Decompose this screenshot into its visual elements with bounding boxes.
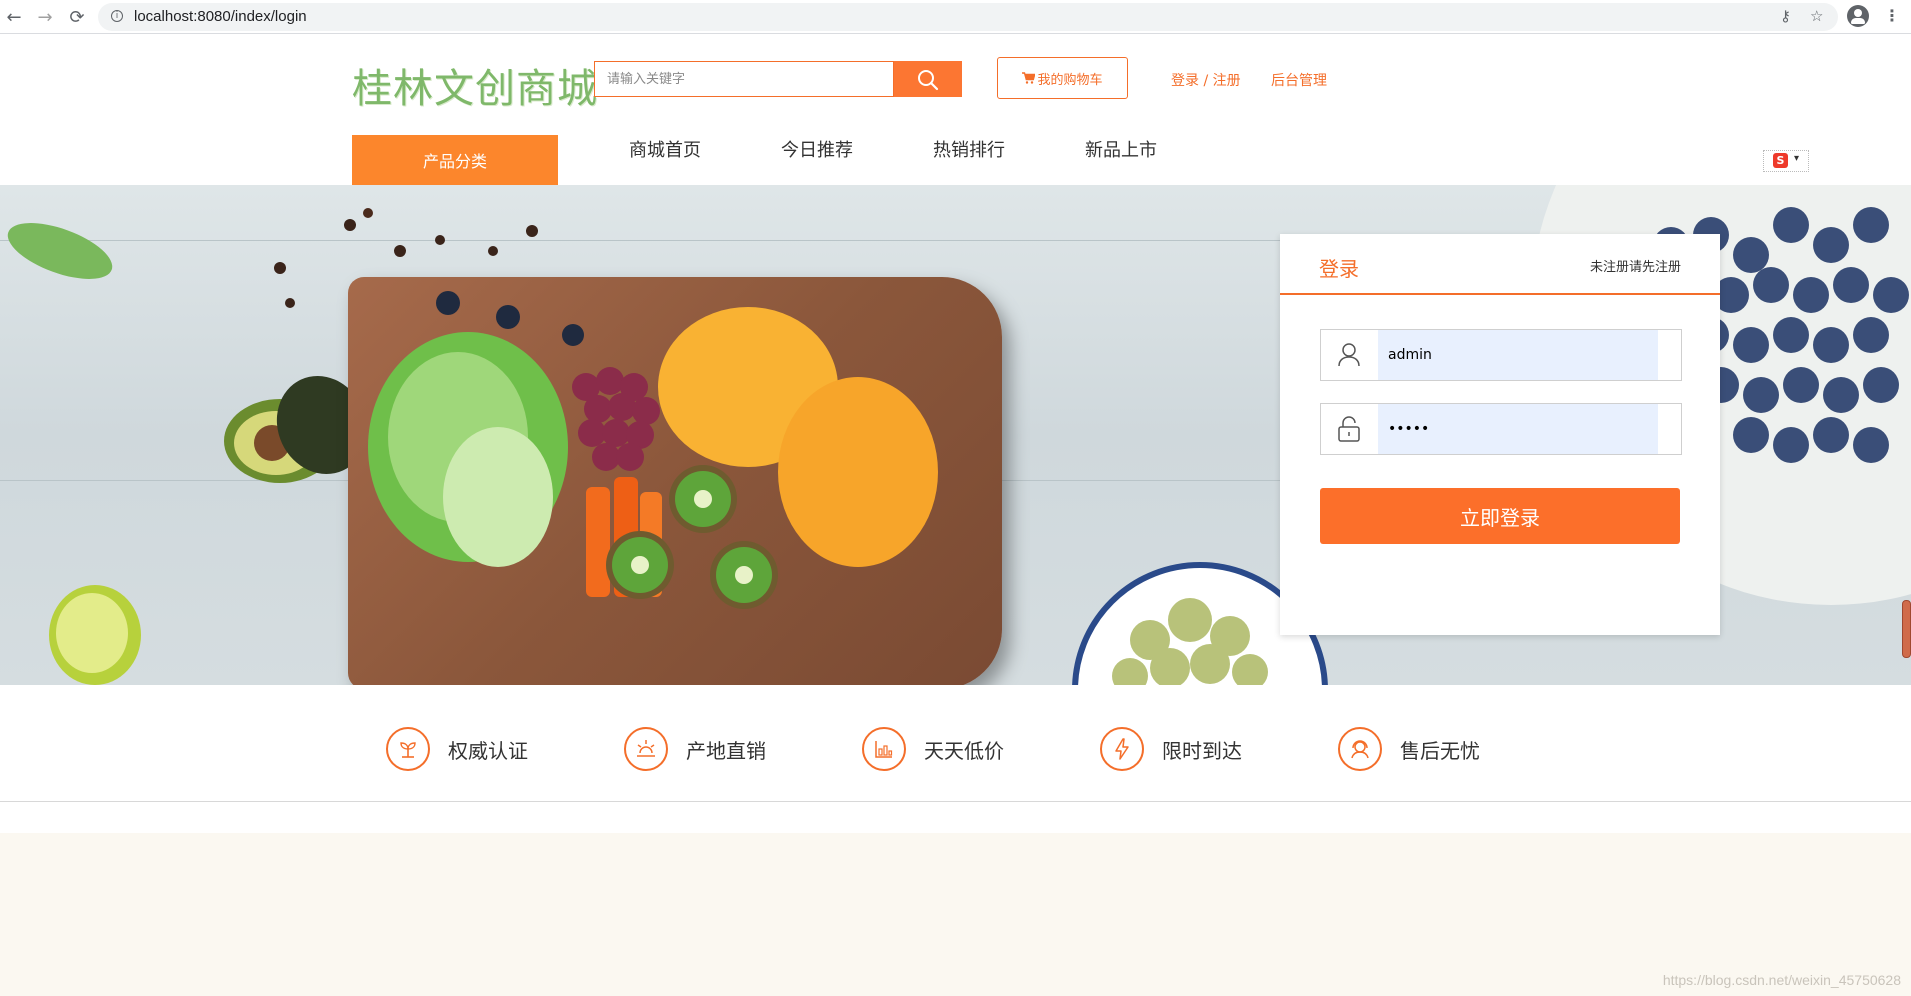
login-divider: [1280, 293, 1720, 295]
input-method-widget[interactable]: S ▾: [1763, 150, 1809, 172]
username-input[interactable]: [1378, 330, 1658, 380]
forward-arrow-icon[interactable]: →: [33, 5, 57, 29]
key-icon[interactable]: ⚷: [1780, 7, 1791, 25]
address-url[interactable]: localhost:8080/index/login: [134, 8, 307, 25]
chart-icon: [862, 727, 906, 771]
info-icon[interactable]: i: [111, 10, 123, 22]
cart-label: 我的购物车: [1037, 72, 1103, 88]
page-bottom-area: https://blog.csdn.net/weixin_45750628: [0, 833, 1911, 996]
produce-illustration: [368, 291, 938, 609]
password-input[interactable]: [1378, 404, 1658, 454]
login-panel: 登录 未注册请先注册 立即登录: [1280, 234, 1720, 635]
admin-link[interactable]: 后台管理: [1271, 70, 1327, 90]
product-category-button[interactable]: 产品分类: [352, 135, 558, 185]
site-logo[interactable]: 桂林文创商城: [352, 56, 598, 114]
profile-avatar-icon[interactable]: [1847, 5, 1869, 27]
nav-new-arrivals[interactable]: 新品上市: [1085, 136, 1157, 162]
user-icon: [1321, 330, 1377, 380]
login-submit-button[interactable]: 立即登录: [1320, 488, 1680, 544]
lightning-icon: [1100, 727, 1144, 771]
watermark-text: https://blog.csdn.net/weixin_45750628: [1662, 972, 1901, 988]
login-title: 登录: [1319, 257, 1359, 281]
bookmark-star-icon[interactable]: ☆: [1810, 7, 1823, 25]
sun-icon: [624, 727, 668, 771]
nav-hot-ranking[interactable]: 热销排行: [933, 136, 1005, 162]
search-input[interactable]: [595, 62, 899, 96]
chevron-down-icon: ▾: [1794, 153, 1800, 164]
feature-strip: 权威认证 产地直销 天天低价 限时到达 售后无忧: [0, 685, 1911, 802]
address-bar[interactable]: i localhost:8080/index/login ⚷ ☆: [98, 3, 1838, 31]
feature-item: 天天低价: [862, 725, 1004, 773]
feature-label: 权威认证: [448, 738, 528, 763]
side-scroll-handle[interactable]: [1902, 600, 1911, 658]
headset-icon: [1338, 727, 1382, 771]
feature-item: 权威认证: [386, 725, 528, 773]
reload-icon[interactable]: ⟳: [65, 5, 89, 29]
feature-item: 限时到达: [1100, 725, 1242, 773]
browser-toolbar: ← → ⟳ i localhost:8080/index/login ⚷ ☆ ⋮: [0, 0, 1911, 34]
browser-menu-icon[interactable]: ⋮: [1884, 6, 1900, 26]
sogou-icon: S: [1773, 153, 1788, 168]
feature-label: 天天低价: [924, 738, 1004, 763]
search-button[interactable]: [894, 61, 962, 97]
back-arrow-icon[interactable]: ←: [2, 5, 26, 29]
feature-label: 产地直销: [686, 738, 766, 763]
search-icon: [918, 70, 939, 91]
login-register-link[interactable]: 登录 / 注册: [1171, 70, 1241, 90]
cart-button[interactable]: 我的购物车: [997, 57, 1128, 99]
feature-label: 限时到达: [1162, 738, 1242, 763]
username-field: [1320, 329, 1682, 381]
password-field: [1320, 403, 1682, 455]
nav-home[interactable]: 商城首页: [629, 136, 701, 162]
cutting-board: [348, 277, 1002, 685]
feature-item: 售后无忧: [1338, 725, 1480, 773]
feature-item: 产地直销: [624, 725, 766, 773]
cart-icon: [1022, 72, 1036, 84]
register-link[interactable]: 未注册请先注册: [1590, 256, 1681, 275]
feature-label: 售后无忧: [1400, 738, 1480, 763]
sprout-icon: [386, 727, 430, 771]
nav-today-recommend[interactable]: 今日推荐: [781, 136, 853, 162]
search-box: [594, 61, 899, 97]
lock-icon: [1321, 404, 1377, 454]
